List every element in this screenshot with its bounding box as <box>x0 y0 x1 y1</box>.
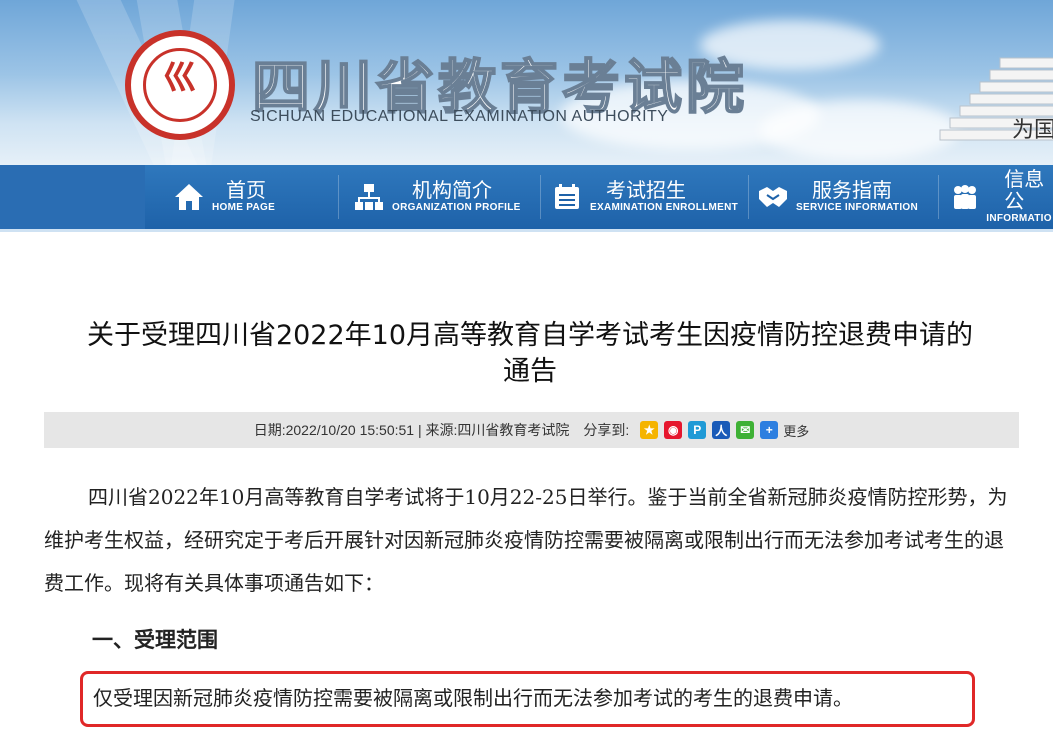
nav-org-profile-label-en: ORGANIZATION PROFILE <box>392 202 521 213</box>
header-banner: 巛 四川省教育考试院 SICHUAN EDUCATIONAL EXAMINATI… <box>0 0 1053 165</box>
nav-home[interactable]: 首页 HOME PAGE <box>172 165 275 229</box>
article-meta-bar: 日期:2022/10/20 15:50:51 | 来源:四川省教育考试院 分享到… <box>44 412 1019 448</box>
wechat-share-icon[interactable]: ✉ <box>736 421 755 439</box>
article-title-line1: 关于受理四川省2022年10月高等教育自学考试考生因疫情防控退费申请的 <box>86 320 974 351</box>
people-icon <box>950 180 980 214</box>
nav-divider <box>540 175 541 219</box>
nav-divider <box>938 175 939 219</box>
article-body: 四川省2022年10月高等教育自学考试将于10月22-25日举行。鉴于当前全省新… <box>44 476 1019 605</box>
article-paragraph-1: 四川省2022年10月高等教育自学考试将于10月22-25日举行。鉴于当前全省新… <box>44 485 1008 595</box>
section-scope-text: 仅受理因新冠肺炎疫情防控需要被隔离或限制出行而无法参加考试的考生的退费申请。 <box>93 686 853 710</box>
nav-divider <box>338 175 339 219</box>
share-more-link[interactable]: 更多 <box>783 421 809 440</box>
share-label: 分享到: <box>583 422 630 438</box>
article-title: 关于受理四川省2022年10月高等教育自学考试考生因疫情防控退费申请的 通告 <box>40 318 1020 390</box>
nav-home-label-en: HOME PAGE <box>212 202 276 213</box>
nav-service-info-label-en: SERVICE INFORMATION <box>796 202 919 213</box>
section-heading-scope: 一、受理范围 <box>92 627 218 652</box>
nav-org-profile[interactable]: 机构简介 ORGANIZATION PROFILE <box>352 165 521 229</box>
nav-exam-enrollment[interactable]: 考试招生 EXAMINATION ENROLLMENT <box>550 165 738 229</box>
article-date-source: 日期:2022/10/20 15:50:51 | 来源:四川省教育考试院 <box>253 422 570 438</box>
nav-information-public[interactable]: 信息公 INFORMATIO <box>950 165 1053 229</box>
renren-share-icon[interactable]: 人 <box>712 421 731 439</box>
qzone-share-icon[interactable]: ★ <box>640 421 659 439</box>
weibo-share-icon[interactable]: ◉ <box>664 421 683 439</box>
nav-home-label: 首页 <box>226 178 266 202</box>
org-chart-icon <box>352 180 386 214</box>
org-name-en: SICHUAN EDUCATIONAL EXAMINATION AUTHORIT… <box>250 108 669 125</box>
share-icons: ★ ◉ P 人 ✉ + 更多 <box>637 421 809 440</box>
authority-logo[interactable]: 巛 <box>125 30 235 140</box>
nav-left-block <box>0 165 145 229</box>
article-title-line2: 通告 <box>503 356 557 387</box>
tencent-weibo-share-icon[interactable]: P <box>688 421 707 439</box>
banner-slogan: 为国 <box>1012 118 1053 143</box>
nav-information-public-label: 信息公 <box>1004 167 1045 213</box>
calendar-icon <box>550 180 584 214</box>
nav-org-profile-label: 机构简介 <box>412 178 492 202</box>
nav-exam-enrollment-label-en: EXAMINATION ENROLLMENT <box>590 202 739 213</box>
nav-exam-enrollment-label: 考试招生 <box>606 178 686 202</box>
nav-service-info[interactable]: 服务指南 SERVICE INFORMATION <box>756 165 918 229</box>
nav-divider <box>748 175 749 219</box>
logo-glyph: 巛 <box>163 58 197 98</box>
handshake-icon <box>756 180 790 214</box>
nav-service-info-label: 服务指南 <box>812 178 892 202</box>
main-nav: 首页 HOME PAGE 机构简介 ORGANIZATION PROFILE 考… <box>0 165 1053 229</box>
nav-bottom-border <box>0 229 1053 232</box>
nav-information-public-label-en: INFORMATIO <box>986 213 1052 224</box>
more-share-icon[interactable]: + <box>760 421 779 439</box>
home-icon <box>172 180 206 214</box>
